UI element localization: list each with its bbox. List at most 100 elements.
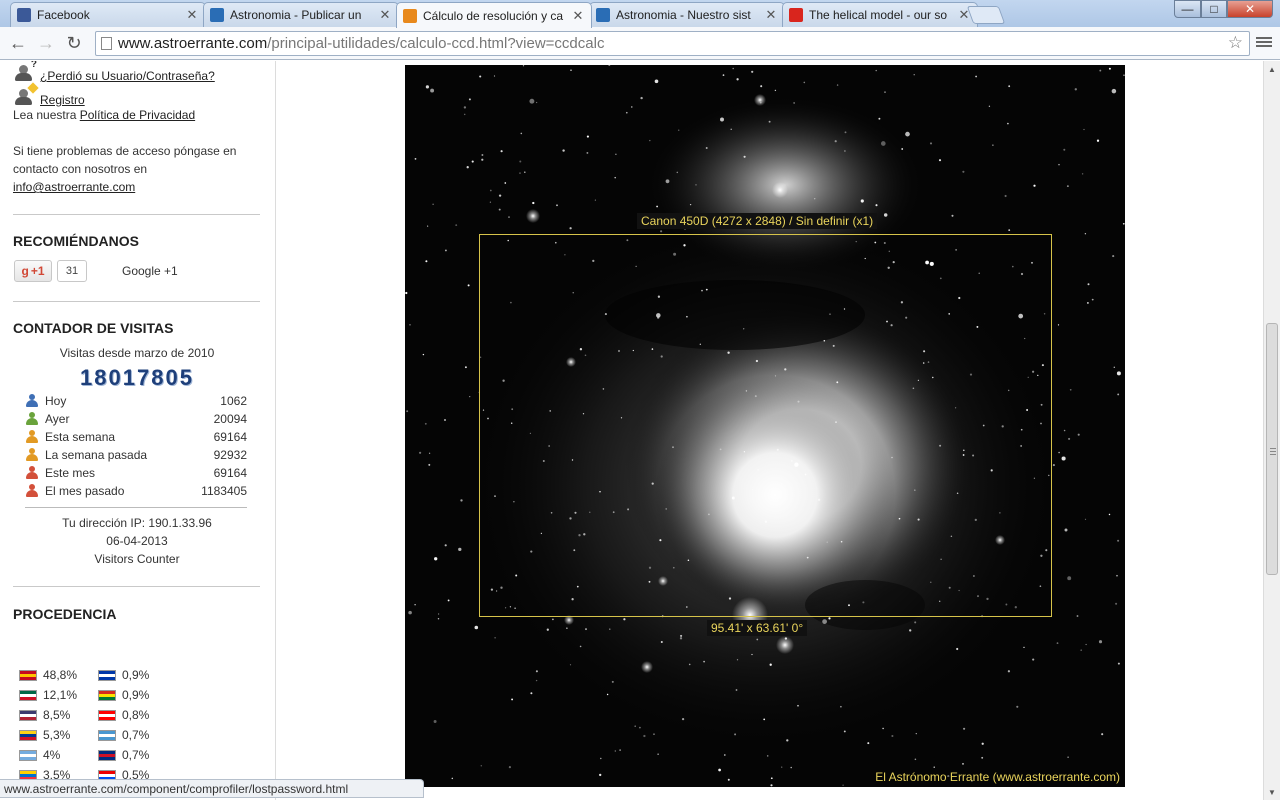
star: [1033, 184, 1036, 187]
star: [1091, 298, 1094, 301]
bookmark-star-icon[interactable]: ☆: [1228, 33, 1243, 53]
star: [763, 718, 766, 721]
star: [469, 395, 471, 398]
register-link[interactable]: Registro: [40, 93, 85, 107]
browser-tab[interactable]: Cálculo de resolución y ca ✕: [396, 2, 592, 28]
close-tab-icon[interactable]: ✕: [764, 7, 778, 23]
browser-titlebar: Facebook ✕ Astronomia - Publicar un ✕ Cálcul…: [0, 0, 1280, 28]
reload-icon[interactable]: ↻: [62, 32, 86, 54]
star: [1058, 163, 1060, 166]
scrollbar-thumb[interactable]: [1266, 323, 1278, 575]
star: [546, 628, 549, 631]
star: [933, 766, 935, 768]
star: [1081, 173, 1084, 175]
privacy-link[interactable]: Política de Privacidad: [80, 108, 195, 122]
star: [867, 742, 870, 745]
star: [1032, 658, 1035, 661]
google-plus-one-button[interactable]: g +1: [14, 260, 52, 282]
star: [915, 732, 917, 735]
tab-title: Astronomia - Nuestro sist: [616, 8, 751, 22]
country-flag-icon: [19, 709, 37, 721]
visitors-counter-link[interactable]: Visitors Counter: [0, 552, 274, 566]
star: [875, 69, 877, 72]
star: [481, 154, 484, 156]
star: [408, 610, 412, 615]
visitor-icon: [25, 394, 39, 408]
star: [599, 773, 602, 777]
star: [1023, 646, 1025, 649]
scroll-down-arrow-icon[interactable]: ▼: [1264, 784, 1280, 800]
star: [929, 142, 933, 145]
divider: [13, 214, 260, 215]
page-viewport: ? ¿Perdió su Usuario/Contraseña? Registr…: [0, 61, 1263, 800]
country-flag-icon: [19, 669, 37, 681]
star: [1084, 233, 1087, 235]
star: [489, 189, 492, 192]
star: [428, 452, 431, 454]
lost-password-link[interactable]: ¿Perdió su Usuario/Contraseña?: [40, 69, 215, 83]
star: [623, 618, 626, 621]
close-window-button[interactable]: ✕: [1227, 0, 1273, 18]
star: [468, 98, 471, 101]
browser-tab[interactable]: Astronomia - Publicar un ✕: [203, 2, 399, 27]
star: [569, 664, 572, 666]
star: [1085, 643, 1087, 646]
menu-wrench-icon[interactable]: [1256, 35, 1272, 51]
star: [836, 84, 839, 86]
star: [511, 698, 514, 701]
browser-tab[interactable]: Facebook ✕: [10, 2, 206, 27]
star: [552, 618, 554, 621]
address-bar[interactable]: www.astroerrante.com/principal-utilidade…: [95, 31, 1250, 56]
visits-heading: CONTADOR DE VISITAS: [13, 320, 174, 336]
star: [962, 170, 965, 173]
forward-arrow-icon[interactable]: →: [34, 32, 58, 54]
star: [1123, 74, 1125, 76]
star: [643, 734, 646, 738]
star: [1008, 229, 1011, 232]
divider: [25, 507, 247, 508]
browser-tab[interactable]: Astronomia - Nuestro sist ✕: [589, 2, 785, 27]
star: [981, 742, 984, 745]
email-link[interactable]: info@astroerrante.com: [13, 180, 135, 194]
stat-label: Esta semana: [45, 430, 116, 444]
origin-percentage: 4%: [43, 748, 61, 762]
close-tab-icon[interactable]: ✕: [185, 7, 199, 23]
star: [843, 730, 846, 733]
origin-flag-row: 0,9%: [98, 668, 149, 682]
close-tab-icon[interactable]: ✕: [378, 7, 392, 23]
new-tab-button[interactable]: [966, 6, 1006, 24]
star: [455, 224, 458, 227]
star: [625, 111, 628, 114]
visitor-icon: [25, 448, 39, 462]
maximize-button[interactable]: □: [1201, 0, 1227, 18]
star: [498, 194, 502, 197]
star: [688, 663, 691, 666]
vertical-scrollbar[interactable]: ▲ ▼: [1263, 61, 1280, 800]
bright-star: [641, 661, 653, 673]
star: [813, 197, 816, 200]
star: [615, 153, 617, 156]
star: [1076, 615, 1079, 617]
star: [500, 150, 503, 153]
country-flag-icon: [98, 729, 116, 741]
star: [735, 689, 738, 691]
star: [938, 159, 942, 162]
star: [963, 727, 966, 730]
bright-star: [526, 209, 540, 223]
browser-tab[interactable]: The helical model - our so ✕: [782, 2, 978, 27]
close-tab-icon[interactable]: ✕: [571, 8, 585, 24]
image-credit: El Astrónomo Errante (www.astroerrante.c…: [875, 770, 1120, 784]
stat-value: 1062: [220, 394, 247, 408]
access-help-text: Si tiene problemas de acceso póngase en …: [13, 142, 253, 196]
star: [797, 704, 799, 707]
star: [822, 619, 827, 624]
scroll-up-arrow-icon[interactable]: ▲: [1264, 61, 1280, 77]
star: [1077, 433, 1080, 436]
astroerrante-icon: [403, 8, 417, 23]
star: [474, 625, 479, 630]
stat-value: 20094: [213, 412, 247, 426]
plus-one-label: +1: [30, 264, 45, 278]
minimize-button[interactable]: —: [1174, 0, 1201, 18]
back-arrow-icon[interactable]: ←: [6, 32, 30, 54]
star: [614, 176, 616, 179]
